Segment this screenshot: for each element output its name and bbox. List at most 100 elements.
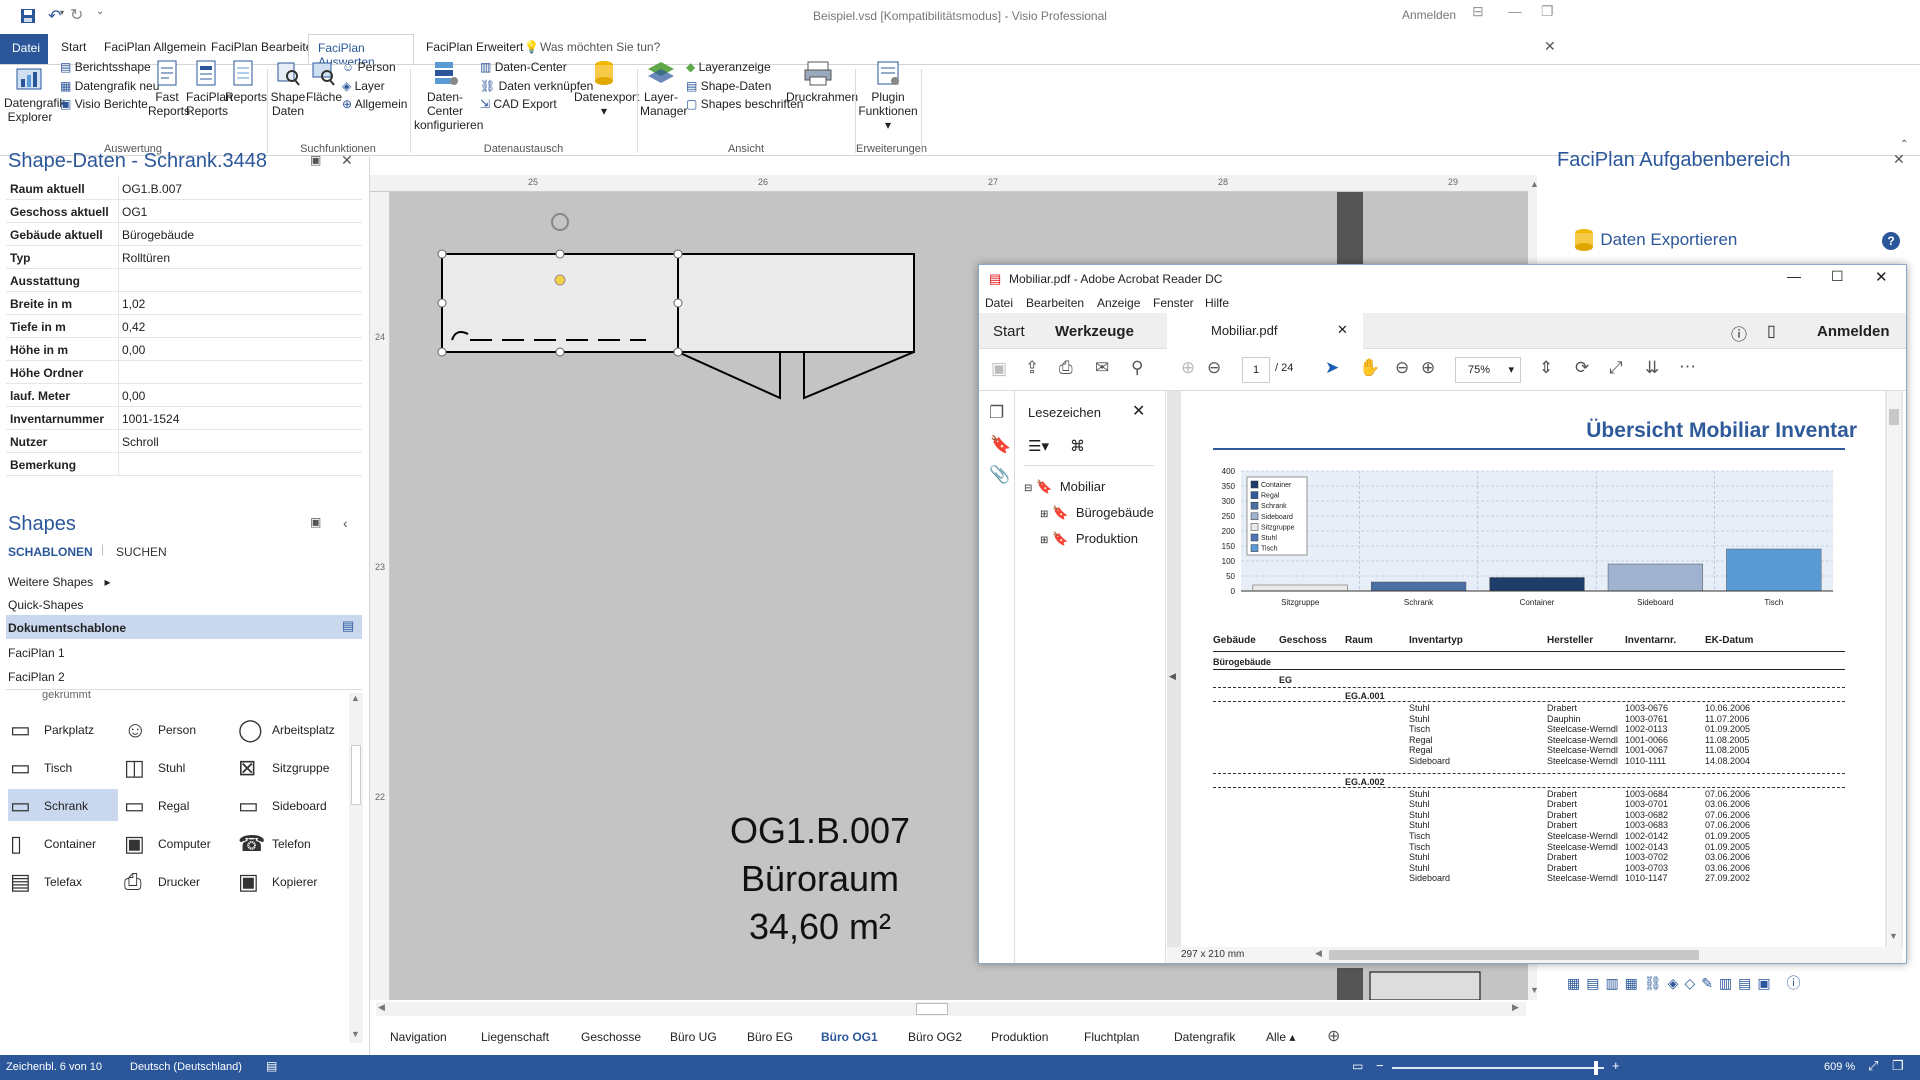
stencil-quick-shapes[interactable]: Quick-Shapes: [8, 598, 83, 612]
add-page-icon[interactable]: ⊕: [1327, 1026, 1340, 1046]
berichtsshape-button[interactable]: ▤ Berichtsshape: [60, 60, 151, 74]
acrobat-tab-tools[interactable]: Werkzeuge: [1055, 323, 1134, 340]
page-tab-navigation[interactable]: Navigation: [390, 1030, 447, 1044]
tab-faciplan-erweitert[interactable]: FaciPlan Erweitert: [426, 40, 523, 54]
fullscreen-icon[interactable]: ⤢: [1609, 358, 1623, 378]
page-tab-geschosse[interactable]: Geschosse: [581, 1030, 641, 1044]
bookmark-icon[interactable]: 🔖: [990, 435, 1011, 455]
shape-data-row[interactable]: Höhe in m 0,00: [6, 338, 362, 361]
scroll-mode-icon[interactable]: ⇊: [1645, 358, 1659, 378]
shape-kopierer[interactable]: ▣ Kopierer: [236, 865, 346, 897]
page-tab-büro-eg[interactable]: Büro EG: [747, 1030, 793, 1044]
shape-data-row[interactable]: Nutzer Schroll: [6, 430, 362, 453]
property-value[interactable]: Schroll: [122, 435, 159, 449]
pdf-vertical-scrollbar[interactable]: ▼: [1887, 391, 1901, 947]
bookmark-add-icon[interactable]: ⌘: [1070, 437, 1085, 455]
property-value[interactable]: OG1.B.007: [122, 182, 182, 196]
shape-stuhl[interactable]: ◫ Stuhl: [122, 751, 232, 783]
faciplan-reports-button[interactable]: FaciPlan Reports: [186, 59, 233, 118]
shape-schrank[interactable]: ▭ Schrank: [8, 789, 118, 821]
shape-data-row[interactable]: Typ Rolltüren: [6, 246, 362, 269]
upload-icon[interactable]: ⇪: [1025, 358, 1039, 378]
datengrafik-explorer-button[interactable]: Datengrafik Explorer: [4, 67, 65, 124]
page-tab-alle[interactable]: Alle ▴: [1266, 1030, 1295, 1044]
switch-windows-icon[interactable]: ❐: [1892, 1058, 1904, 1074]
layer-manager-button[interactable]: Layer-Manager: [640, 59, 687, 118]
shapes-collapse-icon[interactable]: ‹: [343, 515, 348, 531]
shape-data-row[interactable]: Ausstattung: [6, 269, 362, 292]
acrobat-tab-start[interactable]: Start: [993, 323, 1025, 340]
menu-datei[interactable]: Datei: [985, 296, 1013, 310]
pages-icon[interactable]: ❐: [989, 403, 1004, 423]
language-status[interactable]: Deutsch (Deutschland): [130, 1061, 242, 1073]
zoom-in-icon[interactable]: ⊕: [1421, 358, 1435, 378]
tab-datei[interactable]: Datei: [0, 34, 48, 64]
shape-data-row[interactable]: Breite in m 1,02: [6, 292, 362, 315]
flaeche-button[interactable]: Fläche: [306, 59, 342, 104]
more-tools-icon[interactable]: ⋯: [1679, 357, 1696, 377]
page-status[interactable]: Zeichenbl. 6 von 10: [6, 1061, 102, 1073]
h-scroll-left-icon[interactable]: ◀: [1315, 948, 1322, 959]
shape-data-row[interactable]: Gebäude aktuell Bürogebäude: [6, 223, 362, 246]
page-tab-büro-og1[interactable]: Büro OG1: [821, 1030, 878, 1044]
property-value[interactable]: 0,00: [122, 343, 145, 357]
minimize-icon[interactable]: —: [1508, 3, 1522, 19]
page-tab-datengrafik[interactable]: Datengrafik: [1174, 1030, 1235, 1044]
stencil-weitere-shapes[interactable]: Weitere Shapes ▸: [8, 575, 111, 589]
acrobat-close-icon[interactable]: ✕: [1875, 268, 1888, 286]
property-value[interactable]: 0,42: [122, 320, 145, 334]
page-tab-büro-ug[interactable]: Büro UG: [670, 1030, 717, 1044]
reports-button[interactable]: Reports: [225, 59, 267, 104]
bookmark-options-icon[interactable]: ☰▾: [1028, 437, 1049, 455]
layer-search-button[interactable]: ◈ Layer: [342, 79, 385, 93]
bookmark-mobiliar[interactable]: ⊟ 🔖 Mobiliar: [1024, 479, 1105, 495]
menu-fenster[interactable]: Fenster: [1153, 296, 1194, 310]
macro-record-icon[interactable]: ▤: [266, 1059, 277, 1073]
rotate-icon[interactable]: ⟳: [1575, 358, 1589, 378]
mobile-icon[interactable]: ▯: [1767, 321, 1776, 341]
bookmark-buerogebaeude[interactable]: ⊞ 🔖 Bürogebäude: [1040, 505, 1154, 521]
shape-regal[interactable]: ▭ Regal: [122, 789, 232, 821]
select-tool-icon[interactable]: ➤: [1325, 358, 1339, 378]
fit-page-icon[interactable]: ⇕: [1539, 358, 1553, 378]
shape-person[interactable]: ☺ Person: [122, 713, 232, 745]
daten-exportieren-link[interactable]: Daten Exportieren: [1571, 227, 1737, 253]
shape-daten-view-button[interactable]: ▤ Shape-Daten: [686, 79, 771, 93]
tab-schablonen[interactable]: SCHABLONEN: [8, 545, 93, 559]
property-value[interactable]: 0,00: [122, 389, 145, 403]
fast-reports-button[interactable]: Fast Reports: [148, 59, 190, 118]
taskpane-toolbar[interactable]: ▦▤▥▦⛓◈◇✎▥▤▣ ⓘ: [1567, 973, 1907, 997]
ribbon-display-icon[interactable]: ⊟: [1472, 3, 1484, 20]
tab-start[interactable]: Start: [61, 40, 86, 54]
datenexport-button[interactable]: Datenexport ▾: [574, 59, 639, 118]
panel-maximize-icon[interactable]: ▣: [310, 153, 321, 167]
shape-data-row[interactable]: Raum aktuell OG1.B.007: [6, 177, 362, 200]
shapes-scrollbar[interactable]: ▲ ▼: [349, 693, 363, 1043]
help-circle-icon[interactable]: ⓘ: [1731, 321, 1747, 345]
presentation-mode-icon[interactable]: ▭: [1352, 1059, 1363, 1073]
shape-data-row[interactable]: Bemerkung: [6, 453, 362, 476]
save-icon[interactable]: ▣: [991, 359, 1007, 379]
hand-tool-icon[interactable]: ✋: [1359, 358, 1380, 378]
cad-export-button[interactable]: ⇲ CAD Export: [480, 97, 557, 111]
search-icon[interactable]: ⚲: [1131, 358, 1143, 378]
allgemein-search-button[interactable]: ⊕ Allgemein: [342, 97, 407, 111]
page-tab-liegenschaft[interactable]: Liegenschaft: [481, 1030, 549, 1044]
page-down-icon[interactable]: ⊖: [1207, 358, 1221, 378]
bookmarks-close-icon[interactable]: ✕: [1132, 401, 1145, 421]
menu-hilfe[interactable]: Hilfe: [1205, 296, 1229, 310]
stencil-faciplan-2[interactable]: FaciPlan 2: [8, 670, 65, 684]
datengrafik-neu-button[interactable]: ▦ Datengrafik neu: [60, 79, 159, 93]
help-icon[interactable]: ?: [1882, 232, 1900, 250]
property-value[interactable]: 1001-1524: [122, 412, 179, 426]
collapse-ribbon-icon[interactable]: ⌃: [1900, 139, 1908, 150]
shape-telefon[interactable]: ☎ Telefon: [236, 827, 346, 859]
zoom-plus-icon[interactable]: +: [1612, 1058, 1620, 1073]
page-up-icon[interactable]: ⊕: [1181, 358, 1195, 378]
shape-sideboard[interactable]: ▭ Sideboard: [236, 789, 346, 821]
signin-link[interactable]: Anmelden: [1402, 8, 1456, 22]
menu-bearbeiten[interactable]: Bearbeiten: [1026, 296, 1084, 310]
shape-container[interactable]: ▯ Container: [8, 827, 118, 859]
collapse-left-icon[interactable]: ◀: [1169, 671, 1176, 682]
shape-computer[interactable]: ▣ Computer: [122, 827, 232, 859]
